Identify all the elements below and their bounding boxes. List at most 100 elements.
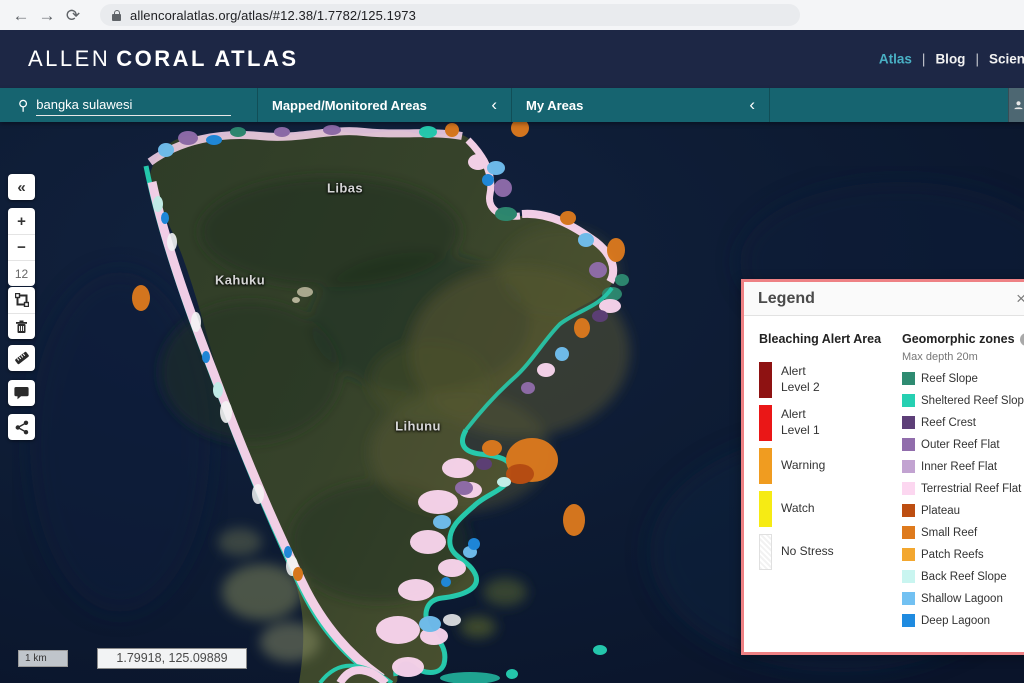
legend-item-label: Plateau	[921, 505, 960, 517]
bleaching-alert-column: Bleaching Alert Area Alert Level 2Alert …	[759, 332, 899, 570]
geomorphic-column: Geomorphic zones i Max depth 20m Reef Sl…	[902, 332, 1024, 627]
bleaching-items: Alert Level 2 Alert Level 1 Warning Watch No…	[759, 362, 899, 570]
legend-item[interactable]: Alert Level 2	[759, 362, 899, 398]
color-swatch	[902, 614, 915, 627]
legend-item[interactable]: Inner Reef Flat	[902, 460, 1024, 473]
legend-item-label: Back Reef Slope	[921, 571, 1007, 583]
color-swatch	[902, 460, 915, 473]
legend-item[interactable]: Plateau	[902, 504, 1024, 517]
color-swatch	[902, 438, 915, 451]
geomorphic-heading: Geomorphic zones	[902, 332, 1015, 346]
legend-item-label: No Stress	[781, 544, 834, 560]
color-swatch	[902, 592, 915, 605]
legend-item[interactable]: Small Reef	[902, 526, 1024, 539]
nav-separator: |	[975, 52, 979, 67]
ruler-icon	[14, 350, 30, 366]
delete-shape-button[interactable]	[8, 313, 35, 339]
color-swatch	[902, 548, 915, 561]
lock-icon	[112, 10, 121, 21]
legend-item-label: Outer Reef Flat	[921, 439, 1000, 451]
app-header: ALLENCORAL ATLAS Atlas | Blog | Science	[0, 30, 1024, 88]
comment-bubble-icon	[14, 386, 29, 400]
top-nav: Atlas | Blog | Science	[879, 52, 1024, 67]
nav-atlas[interactable]: Atlas	[879, 52, 912, 67]
legend-item[interactable]: Reef Slope	[902, 372, 1024, 385]
panel-label: My Areas	[526, 98, 583, 113]
max-depth-note: Max depth 20m	[902, 351, 1024, 363]
color-swatch	[759, 362, 772, 398]
legend-item-label: Small Reef	[921, 527, 977, 539]
panel-my-areas[interactable]: My Areas ‹	[512, 88, 770, 122]
legend-item[interactable]: Outer Reef Flat	[902, 438, 1024, 451]
legend-item[interactable]: Shallow Lagoon	[902, 592, 1024, 605]
legend-title: Legend	[758, 290, 815, 308]
legend-item-label: Terrestrial Reef Flat	[921, 483, 1021, 495]
legend-item-label: Inner Reef Flat	[921, 461, 997, 473]
toolbar-spacer	[770, 88, 1024, 122]
geomorphic-items: Reef Slope Sheltered Reef Slope Reef Crest…	[902, 372, 1024, 627]
color-swatch	[902, 504, 915, 517]
screen: ← → ⟳ allencoralatlas.org/atlas/#12.38/1…	[0, 0, 1024, 683]
legend-item-label: Reef Crest	[921, 417, 976, 429]
browser-forward-icon[interactable]: →	[34, 7, 60, 24]
site-logo[interactable]: ALLENCORAL ATLAS	[28, 46, 299, 72]
search-icon: ⚲	[18, 97, 28, 114]
nav-separator: |	[922, 52, 926, 67]
legend-item-label: Watch	[781, 501, 815, 517]
measure-button[interactable]	[8, 345, 35, 371]
map-scale: 1 km	[18, 650, 68, 667]
legend-item[interactable]: Terrestrial Reef Flat	[902, 482, 1024, 495]
user-icon	[1013, 97, 1024, 113]
color-swatch	[759, 405, 772, 441]
chevron-left-icon[interactable]: ‹	[749, 95, 755, 115]
zoom-in-button[interactable]: +	[8, 208, 35, 234]
zoom-out-button[interactable]: −	[8, 234, 35, 260]
logo-light: ALLEN	[28, 46, 110, 71]
color-swatch	[902, 526, 915, 539]
color-swatch	[759, 491, 772, 527]
legend-item[interactable]: No Stress	[759, 534, 899, 570]
feedback-button[interactable]	[8, 380, 35, 406]
legend-panel: Legend × Bleaching Alert Area Alert Leve…	[741, 279, 1024, 655]
legend-item[interactable]: Back Reef Slope	[902, 570, 1024, 583]
collapse-sidebar-button[interactable]: «	[8, 174, 35, 200]
zoom-level-indicator: 12	[8, 260, 35, 286]
legend-item-label: Patch Reefs	[921, 549, 984, 561]
share-button[interactable]	[8, 414, 35, 440]
map-toolbar-bar: ⚲ Mapped/Monitored Areas ‹ My Areas ‹	[0, 88, 1024, 122]
legend-item[interactable]: Watch	[759, 491, 899, 527]
legend-item[interactable]: Sheltered Reef Slope	[902, 394, 1024, 407]
legend-item-label: Warning	[781, 458, 825, 474]
chevron-left-icon[interactable]: ‹	[491, 95, 497, 115]
legend-item[interactable]: Patch Reefs	[902, 548, 1024, 561]
color-swatch	[902, 416, 915, 429]
panel-mapped-monitored-areas[interactable]: Mapped/Monitored Areas ‹	[258, 88, 512, 122]
nav-blog[interactable]: Blog	[935, 52, 965, 67]
search-input[interactable]	[36, 95, 231, 116]
legend-item-label: Deep Lagoon	[921, 615, 990, 627]
browser-reload-icon[interactable]: ⟳	[60, 7, 86, 24]
legend-item[interactable]: Alert Level 1	[759, 405, 899, 441]
close-icon[interactable]: ×	[1016, 290, 1024, 307]
panel-label: Mapped/Monitored Areas	[272, 98, 427, 113]
account-button[interactable]	[1008, 88, 1024, 122]
legend-body: Bleaching Alert Area Alert Level 2Alert …	[744, 316, 1024, 655]
bleaching-heading: Bleaching Alert Area	[759, 332, 899, 346]
legend-item[interactable]: Reef Crest	[902, 416, 1024, 429]
draw-polygon-button[interactable]	[8, 287, 35, 313]
nav-science[interactable]: Science	[989, 52, 1024, 67]
info-icon[interactable]: i	[1020, 333, 1024, 346]
legend-item[interactable]: Deep Lagoon	[902, 614, 1024, 627]
browser-toolbar: ← → ⟳ allencoralatlas.org/atlas/#12.38/1…	[0, 0, 1024, 30]
color-swatch	[902, 570, 915, 583]
url-text[interactable]: allencoralatlas.org/atlas/#12.38/1.7782/…	[130, 8, 416, 23]
browser-back-icon[interactable]: ←	[8, 7, 34, 24]
legend-item-label: Reef Slope	[921, 373, 978, 385]
legend-item-label: Alert Level 2	[781, 364, 820, 395]
color-swatch	[902, 372, 915, 385]
legend-item[interactable]: Warning	[759, 448, 899, 484]
coordinates-readout: 1.79918, 125.09889	[97, 648, 247, 669]
legend-header: Legend ×	[744, 282, 1024, 316]
address-bar[interactable]: allencoralatlas.org/atlas/#12.38/1.7782/…	[100, 4, 800, 26]
map-canvas[interactable]: LibasKahukuLihunu « + − 12	[0, 122, 1024, 683]
